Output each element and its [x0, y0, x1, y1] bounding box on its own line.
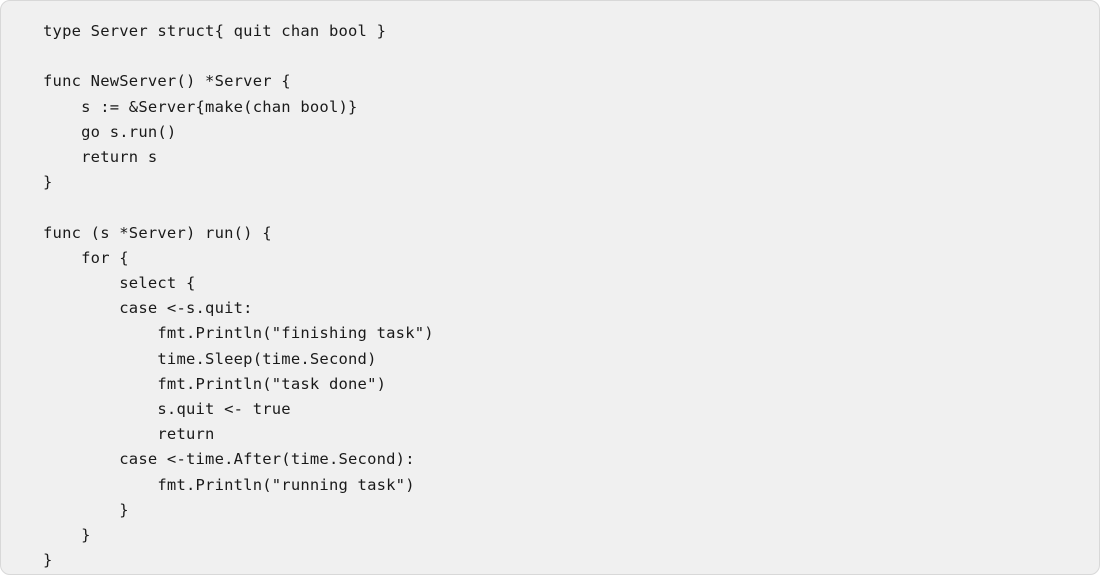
code-block: type Server struct{ quit chan bool } fun…	[0, 0, 1100, 575]
code-content: type Server struct{ quit chan bool } fun…	[43, 19, 1057, 573]
